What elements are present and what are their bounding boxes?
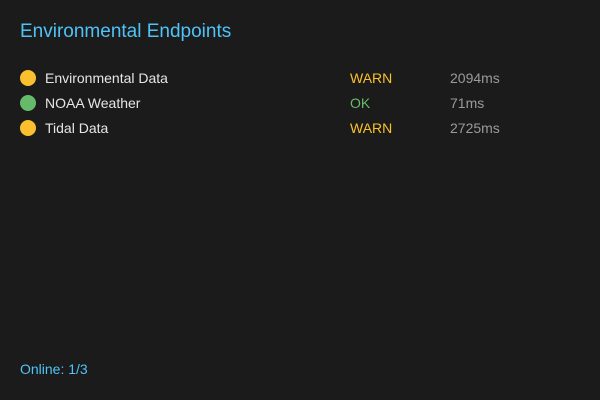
latency-value: 2094ms [450, 70, 500, 86]
endpoint-name: Tidal Data [45, 120, 109, 136]
endpoint-name: NOAA Weather [45, 95, 141, 111]
status-badge: OK [350, 95, 371, 111]
latency-value: 71ms [450, 95, 485, 111]
endpoint-status-panel: Environmental Endpoints Environmental Da… [0, 0, 600, 400]
status-dot-ok-icon [20, 95, 36, 111]
endpoint-list: Environmental Data WARN 2094ms NOAA Weat… [20, 66, 580, 141]
page-title: Environmental Endpoints [20, 21, 232, 42]
list-item: NOAA Weather OK 71ms [20, 91, 580, 116]
online-count: Online: 1/3 [20, 361, 88, 377]
list-item: Environmental Data WARN 2094ms [20, 66, 580, 91]
latency-value: 2725ms [450, 120, 500, 136]
status-dot-warn-icon [20, 70, 36, 86]
status-badge: WARN [350, 120, 393, 136]
endpoint-name: Environmental Data [45, 70, 168, 86]
list-item: Tidal Data WARN 2725ms [20, 116, 580, 141]
status-dot-warn-icon [20, 120, 36, 136]
status-badge: WARN [350, 70, 393, 86]
